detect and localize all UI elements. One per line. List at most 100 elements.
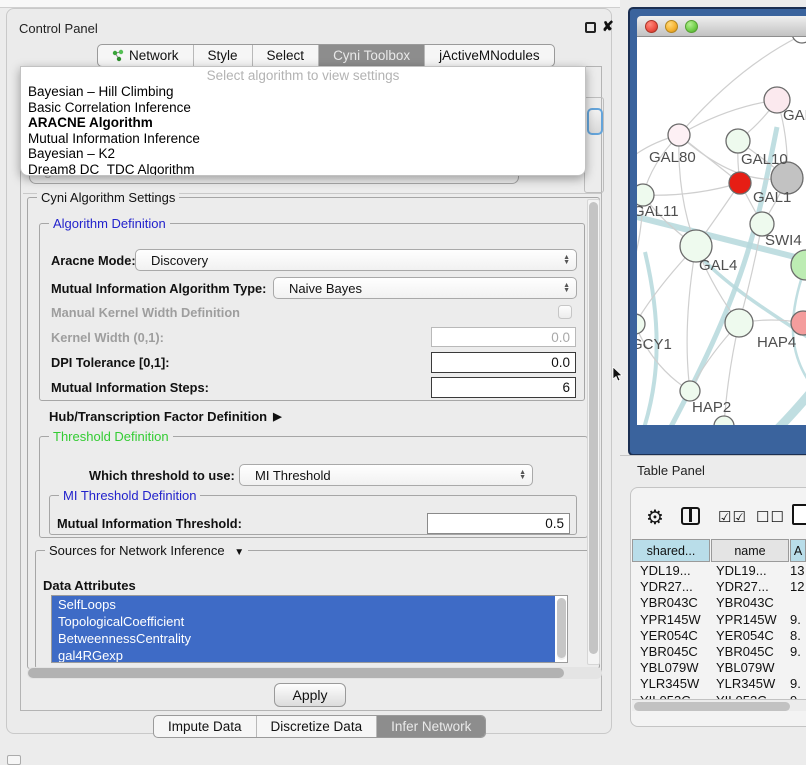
- algorithm-definition-title: Algorithm Definition: [49, 216, 170, 231]
- node-label: GAL: [783, 107, 806, 124]
- attribute-item[interactable]: gal4RGexp: [52, 647, 555, 663]
- settings-gear-icon[interactable]: ⚙: [646, 505, 664, 530]
- mi-type-value: Naive Bayes: [289, 281, 362, 296]
- node-label: GAL11: [637, 203, 679, 220]
- table-row[interactable]: YBR043CYBR043C: [632, 595, 806, 611]
- settings-vertical-scrollbar[interactable]: [587, 199, 600, 665]
- tab-jactivemnodules[interactable]: jActiveMNodules: [425, 45, 554, 66]
- deselect-all-checks-icon[interactable]: ☐☐: [756, 508, 785, 526]
- network-graph: GALGAL80GAL10GAL1GAL11SWI4GAL4GCY1HAP4YH…: [637, 37, 806, 425]
- table-row[interactable]: YDR27...YDR27...12: [632, 579, 806, 595]
- table-row[interactable]: YBL079WYBL079W: [632, 660, 806, 676]
- network-node[interactable]: [792, 37, 806, 43]
- network-node[interactable]: [680, 381, 700, 401]
- algorithm-option[interactable]: Mutual Information Inference: [21, 131, 585, 147]
- mi-steps-input[interactable]: 6: [431, 377, 576, 398]
- column-header[interactable]: shared...: [632, 539, 710, 562]
- mi-steps-label: Mutual Information Steps:: [51, 377, 209, 398]
- network-node[interactable]: [668, 124, 690, 146]
- tab-impute-data[interactable]: Impute Data: [154, 716, 257, 737]
- mi-type-label: Mutual Information Algorithm Type:: [51, 277, 266, 299]
- table-cell: 9.: [790, 612, 801, 627]
- tab-cyni-toolbox[interactable]: Cyni Toolbox: [319, 45, 425, 66]
- table-cell: YER054C: [640, 628, 698, 643]
- algorithm-option[interactable]: Bayesian – Hill Climbing: [21, 84, 585, 100]
- algorithm-option[interactable]: Bayesian – K2: [21, 146, 585, 162]
- column-header[interactable]: name: [711, 539, 789, 562]
- close-icon[interactable]: ✘: [602, 18, 614, 35]
- table-row[interactable]: YBR045CYBR045C9.: [632, 644, 806, 660]
- float-window-icon[interactable]: [585, 22, 596, 33]
- table-panel-title: Table Panel: [637, 463, 705, 478]
- manual-kernel-label: Manual Kernel Width Definition: [51, 305, 240, 320]
- attribute-item[interactable]: SelfLoops: [52, 596, 555, 613]
- network-node[interactable]: [714, 416, 734, 425]
- manual-kernel-checkbox[interactable]: [558, 305, 572, 319]
- settings-horizontal-scrollbar[interactable]: [27, 667, 602, 679]
- network-edge[interactable]: [679, 100, 777, 135]
- expand-right-icon[interactable]: ▶: [273, 410, 281, 423]
- network-node[interactable]: [725, 309, 753, 337]
- table-row[interactable]: YDL19...YDL19...13: [632, 563, 806, 579]
- tab-label: jActiveMNodules: [439, 48, 540, 63]
- apply-button[interactable]: Apply: [274, 683, 346, 707]
- tab-label: Discretize Data: [271, 719, 363, 734]
- attribute-item[interactable]: BetweennessCentrality: [52, 630, 555, 647]
- data-attributes-list[interactable]: SelfLoopsTopologicalCoefficientBetweenne…: [51, 595, 568, 663]
- algorithm-option[interactable]: Dream8 DC_TDC Algorithm: [21, 162, 585, 177]
- minimize-traffic-light-icon[interactable]: [665, 20, 678, 33]
- tab-network[interactable]: Network: [98, 45, 194, 66]
- column-header[interactable]: A: [790, 539, 806, 562]
- close-traffic-light-icon[interactable]: [645, 20, 658, 33]
- node-label: GAL10: [741, 151, 788, 168]
- node-label: GAL80: [649, 149, 696, 166]
- aracne-mode-select[interactable]: Discovery ▲▼: [135, 249, 577, 271]
- tab-infer-network[interactable]: Infer Network: [377, 716, 485, 737]
- network-edge-highlight[interactable]: [725, 385, 806, 425]
- attribute-item[interactable]: TopologicalCoefficient: [52, 613, 555, 630]
- which-threshold-select[interactable]: MI Threshold ▲▼: [239, 464, 533, 486]
- node-label: HAP4: [757, 334, 796, 351]
- table-row[interactable]: YPR145WYPR145W9.: [632, 612, 806, 628]
- table-row[interactable]: YLR345WYLR345W9.: [632, 676, 806, 692]
- network-window-titlebar[interactable]: [637, 16, 806, 37]
- table-cell: YDR27...: [640, 579, 693, 594]
- tab-discretize-data[interactable]: Discretize Data: [257, 716, 378, 737]
- table-row[interactable]: YER054CYER054C8.: [632, 628, 806, 644]
- aracne-mode-label: Aracne Mode:: [51, 249, 136, 271]
- columns-icon[interactable]: [681, 507, 700, 525]
- network-canvas[interactable]: GALGAL80GAL10GAL1GAL11SWI4GAL4GCY1HAP4YH…: [637, 37, 806, 425]
- hub-label: Hub/Transcription Factor Definition: [49, 409, 267, 424]
- collapse-down-icon[interactable]: ▼: [234, 547, 244, 558]
- algorithm-option[interactable]: Basic Correlation Inference: [21, 100, 585, 116]
- network-edge[interactable]: [687, 246, 696, 391]
- bottom-left-grip[interactable]: [7, 755, 21, 765]
- algorithm-combobox-button-fragment[interactable]: [587, 108, 603, 135]
- table-cell: YLR345W: [640, 676, 699, 691]
- table-cell: 9.: [790, 676, 801, 691]
- tab-select[interactable]: Select: [253, 45, 320, 66]
- network-edge[interactable]: [643, 183, 740, 195]
- network-view-window[interactable]: GALGAL80GAL10GAL1GAL11SWI4GAL4GCY1HAP4YH…: [628, 7, 806, 456]
- select-all-checks-icon[interactable]: ☑☑: [718, 508, 747, 526]
- table-horizontal-scrollbar[interactable]: [632, 699, 806, 711]
- dpi-tolerance-input[interactable]: 0.0: [431, 352, 576, 373]
- network-edge[interactable]: [637, 324, 690, 391]
- new-table-icon[interactable]: [792, 504, 806, 525]
- tab-style[interactable]: Style: [194, 45, 253, 66]
- aracne-mode-value: Discovery: [151, 253, 208, 268]
- mi-type-select[interactable]: Naive Bayes ▲▼: [273, 277, 577, 299]
- node-label: GAL1: [753, 189, 791, 206]
- network-node[interactable]: [729, 172, 751, 194]
- mi-threshold-input[interactable]: 0.5: [427, 513, 570, 534]
- network-edge-highlight[interactable]: [652, 127, 777, 425]
- table-cell: YBL079W: [640, 660, 699, 675]
- hub-expander[interactable]: Hub/Transcription Factor Definition ▶: [49, 408, 282, 424]
- network-node[interactable]: [637, 314, 645, 334]
- attributes-scrollbar[interactable]: [557, 598, 566, 660]
- algorithm-option[interactable]: ARACNE Algorithm: [21, 115, 585, 131]
- kernel-width-input[interactable]: 0.0: [431, 327, 576, 347]
- network-node[interactable]: [726, 129, 750, 153]
- cyni-bottom-tabbar: Impute Data Discretize Data Infer Network: [153, 715, 486, 738]
- zoom-traffic-light-icon[interactable]: [685, 20, 698, 33]
